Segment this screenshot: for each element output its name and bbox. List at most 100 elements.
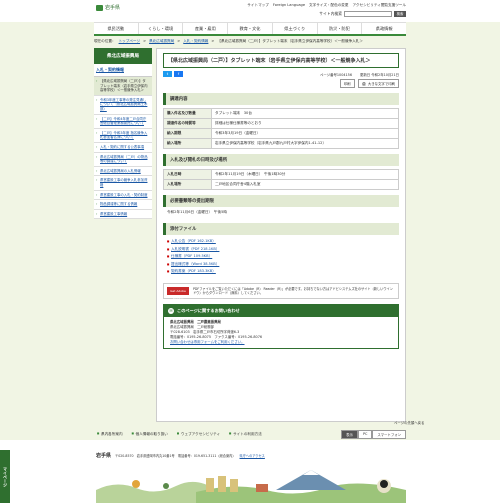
print-tools: 印刷 🖨 大きな文字で印刷 bbox=[163, 79, 399, 88]
adobe-reader-text: PDFファイルをご覧いただくには「Adobe（R） Reader（R）」が必要で… bbox=[193, 286, 393, 295]
attachment-link[interactable]: 仕様書（PDF 109.5KB） bbox=[167, 253, 395, 261]
logo-mark-icon bbox=[96, 4, 103, 11]
adobe-reader-notice: Get Adobe Reader PDFファイルをご覧いただくには「Adobe（… bbox=[163, 282, 399, 301]
contact-form-link[interactable]: お問い合わせは専用フォームをご利用ください。 bbox=[170, 340, 392, 345]
table-row: 調達件名の特質等 詳細は仕様仕様書等のとおり bbox=[163, 118, 399, 129]
attachment-link[interactable]: 契約書案（PDF 183.3KB） bbox=[167, 268, 395, 276]
footer-link-accessibility[interactable]: ウェブアクセシビリティ bbox=[177, 432, 220, 437]
footer-name: 岩手県 bbox=[96, 453, 112, 459]
footer-links: 県内各所案内 個人情報の取り扱い ウェブアクセシビリティ サイトの利用方法 表示… bbox=[94, 428, 406, 440]
sidebar-item[interactable]: 県北広域振興局の入札情報 bbox=[94, 166, 152, 177]
breadcrumb-item-office[interactable]: 県北広域振興局 bbox=[149, 39, 174, 44]
contact-icon: ✉ bbox=[168, 308, 174, 315]
search-button[interactable]: 検索 bbox=[394, 11, 406, 17]
page-top-link[interactable]: ページの先頭へ戻る bbox=[394, 420, 424, 425]
table-key: 入札日時 bbox=[163, 169, 212, 180]
sidebar-item[interactable]: 県営建設工事の入札・契約制度 bbox=[94, 190, 152, 201]
site-footer: 岩手県 〒020-8570 岩手県盛岡市内丸10番1号 電話番号：019-651… bbox=[0, 440, 500, 503]
section-heading-schedule: 入札及び開札の日時及び場所 bbox=[163, 154, 399, 166]
my-page-tab[interactable]: マイページ bbox=[0, 450, 10, 503]
adobe-reader-icon[interactable]: Get Adobe Reader bbox=[167, 286, 189, 301]
sidebar-item[interactable]: 県営建設工事情報 bbox=[94, 209, 152, 220]
breadcrumb-current: 【県北広域振興局（二戸）】タブレット端末（岩手県立伊保内高等学校）＜一般競争入札… bbox=[217, 39, 363, 43]
table-value: 二戸地区合同庁舎4階入札室 bbox=[211, 179, 399, 190]
contact-box: ✉ このページに関するお問い合わせ 県北広域振興局 二戸農業振興局 県北広域振興… bbox=[163, 304, 399, 350]
footer-info: 岩手県 〒020-8570 岩手県盛岡市内丸10番1号 電話番号：019-651… bbox=[96, 452, 265, 459]
site-header: 岩手県 サイトマップ Foreign Language 文字サイズ・配色の変更 … bbox=[0, 0, 500, 22]
sidebar-subtitle[interactable]: 入札・契約情報 bbox=[94, 64, 152, 77]
table-key: 購入件名及び数量 bbox=[163, 108, 212, 119]
gnav-item-industry[interactable]: 産業・雇用 bbox=[183, 23, 229, 34]
schedule-table: 入札日時 令和2年11月19日（木曜日） 午後1時30分 入札場所 二戸地区合同庁舎… bbox=[163, 169, 399, 190]
attachment-link[interactable]: 提出様式等（Word 38.5KB） bbox=[167, 261, 395, 269]
gnav-item-life[interactable]: くらし・環境 bbox=[139, 23, 184, 34]
table-value: 令和3年3月19日（金曜日） bbox=[211, 128, 399, 139]
print-icon: 🖨 bbox=[361, 81, 366, 86]
attachment-link[interactable]: 入札公告（PDF 162.1KB） bbox=[167, 238, 395, 246]
display-mode-label: 表示 bbox=[341, 429, 358, 439]
util-link-text-size[interactable]: 文字サイズ・配色の変更 bbox=[309, 3, 348, 8]
sidebar-item[interactable]: 入札・契約に関する公表事項 bbox=[94, 142, 152, 153]
sidebar-item-current[interactable]: 【県北広域振興局（二戸）】タブレット端末（岩手県立伊保内高等学校）＜一般競争入札… bbox=[94, 77, 152, 96]
table-row: 入札日時 令和2年11月19日（木曜日） 午後1時30分 bbox=[163, 169, 399, 180]
sidebar-item[interactable]: 県営建設工事の競争入札参加資格 bbox=[94, 176, 152, 191]
section-heading-deadline: 必要書類等の提出期限 bbox=[163, 195, 399, 207]
table-row: 入札場所 二戸地区合同庁舎4階入札室 bbox=[163, 179, 399, 190]
table-key: 入札場所 bbox=[163, 179, 212, 190]
large-print-button[interactable]: 🖨 大きな文字で印刷 bbox=[357, 79, 399, 88]
table-key: 調達件名の特質等 bbox=[163, 118, 212, 129]
attachment-link[interactable]: 入札説明書（PDF 218.1KB） bbox=[167, 246, 395, 254]
section-heading-files: 添付ファイル bbox=[163, 223, 399, 235]
page-title: 【県北広域振興局（二戸）】タブレット端末（岩手県立伊保内高等学校）＜一般競争入札… bbox=[163, 53, 399, 68]
contact-heading-text: このページに関するお問い合わせ bbox=[177, 308, 240, 314]
table-key: 納入期限 bbox=[163, 128, 212, 139]
sidebar-item[interactable]: 【二戸】令和4年度二戸合同庁舎総合管理業務委託について bbox=[94, 114, 152, 129]
gnav-item-infrastructure[interactable]: 県土づくり bbox=[273, 23, 318, 34]
util-link-accessibility[interactable]: アクセシビリティ閲覧支援ツール bbox=[352, 3, 406, 8]
large-print-label: 大きな文字で印刷 bbox=[367, 82, 395, 86]
display-mode-toggle: 表示 PC スマートフォン bbox=[341, 429, 406, 439]
mode-pc-button[interactable]: PC bbox=[357, 429, 373, 439]
table-value: タブレット端末 30台 bbox=[211, 108, 399, 119]
gnav-item-government[interactable]: 県政情報 bbox=[362, 23, 406, 34]
page-toolbar: t f ページ番号1004156 更新日 令和2年10月21日 bbox=[163, 71, 399, 77]
sidebar-item[interactable]: 県北広域振興局（二戸）の物品等の調達について bbox=[94, 152, 152, 167]
footer-link-offices[interactable]: 県内各所案内 bbox=[97, 432, 123, 437]
footer-access-link[interactable]: 県庁へのアクセス bbox=[240, 453, 265, 458]
gnav-item-safety[interactable]: 防災・防犯 bbox=[318, 23, 363, 34]
gnav-item-education[interactable]: 教育・文化 bbox=[228, 23, 273, 34]
breadcrumb-prefix: 現在の位置： bbox=[94, 39, 116, 43]
contact-body: 県北広域振興局 二戸農業振興局 県北広域振興局 二戸総務部 〒028-6103 … bbox=[164, 317, 398, 348]
facebook-share-icon[interactable]: f bbox=[174, 71, 183, 77]
mode-smartphone-button[interactable]: スマートフォン bbox=[372, 429, 406, 439]
sidebar-title[interactable]: 県北広域振興局 bbox=[94, 48, 152, 64]
breadcrumb-item-top[interactable]: トップページ bbox=[119, 39, 141, 44]
search-input[interactable] bbox=[344, 11, 392, 17]
table-row: 購入件名及び数量 タブレット端末 30台 bbox=[163, 108, 399, 119]
sidebar-item[interactable]: 物品調達等に関する情報 bbox=[94, 200, 152, 210]
sidebar: 県北広域振興局 入札・契約情報 【県北広域振興局（二戸）】タブレット端末（岩手県… bbox=[94, 48, 152, 220]
table-value: 令和2年11月19日（木曜日） 午後1時30分 bbox=[211, 169, 399, 180]
footer-link-usage[interactable]: サイトの利用方法 bbox=[229, 432, 262, 437]
utility-links: サイトマップ Foreign Language 文字サイズ・配色の変更 アクセシ… bbox=[247, 3, 406, 8]
footer-link-privacy[interactable]: 個人情報の取り扱い bbox=[132, 432, 168, 437]
table-value: 岩手県立伊保内高等学校（岩手県九戸郡九戸村大字伊保内1-41-12） bbox=[211, 138, 399, 149]
util-link-sitemap[interactable]: サイトマップ bbox=[247, 3, 269, 8]
deadline-text: 令和2年11月6日（金曜日） 午後5時 bbox=[167, 210, 227, 214]
section-heading-procurement: 調達内容 bbox=[163, 93, 399, 105]
site-logo[interactable]: 岩手県 bbox=[96, 4, 120, 11]
attachment-list: 入札公告（PDF 162.1KB） 入札説明書（PDF 218.1KB） 仕様書… bbox=[163, 235, 399, 279]
table-row: 納入場所 岩手県立伊保内高等学校（岩手県九戸郡九戸村大字伊保内1-41-12） bbox=[163, 138, 399, 149]
footer-landscape-illustration bbox=[96, 470, 406, 503]
print-button[interactable]: 印刷 bbox=[339, 79, 355, 88]
sidebar-item[interactable]: 【二戸】令和3年度 指名競争入札参加者名簿について bbox=[94, 128, 152, 143]
sidebar-item[interactable]: 令和3年度工事等の発注見通しについて（県北広域振興局土木部） bbox=[94, 95, 152, 115]
twitter-share-icon[interactable]: t bbox=[163, 71, 172, 77]
global-nav: 県民活動 くらし・環境 産業・雇用 教育・文化 県土づくり 防災・防犯 県政情報 bbox=[94, 22, 406, 36]
gnav-item-civic[interactable]: 県民活動 bbox=[94, 23, 139, 34]
util-link-foreign-language[interactable]: Foreign Language bbox=[273, 3, 305, 8]
table-key: 納入場所 bbox=[163, 138, 212, 149]
breadcrumb-item-bidding[interactable]: 入札・契約情報 bbox=[183, 39, 208, 44]
breadcrumb: 現在の位置： トップページ > 県北広域振興局 > 入札・契約情報 > 【県北広域振興… bbox=[94, 39, 363, 44]
site-search: サイト内検索 検索 bbox=[319, 11, 406, 17]
